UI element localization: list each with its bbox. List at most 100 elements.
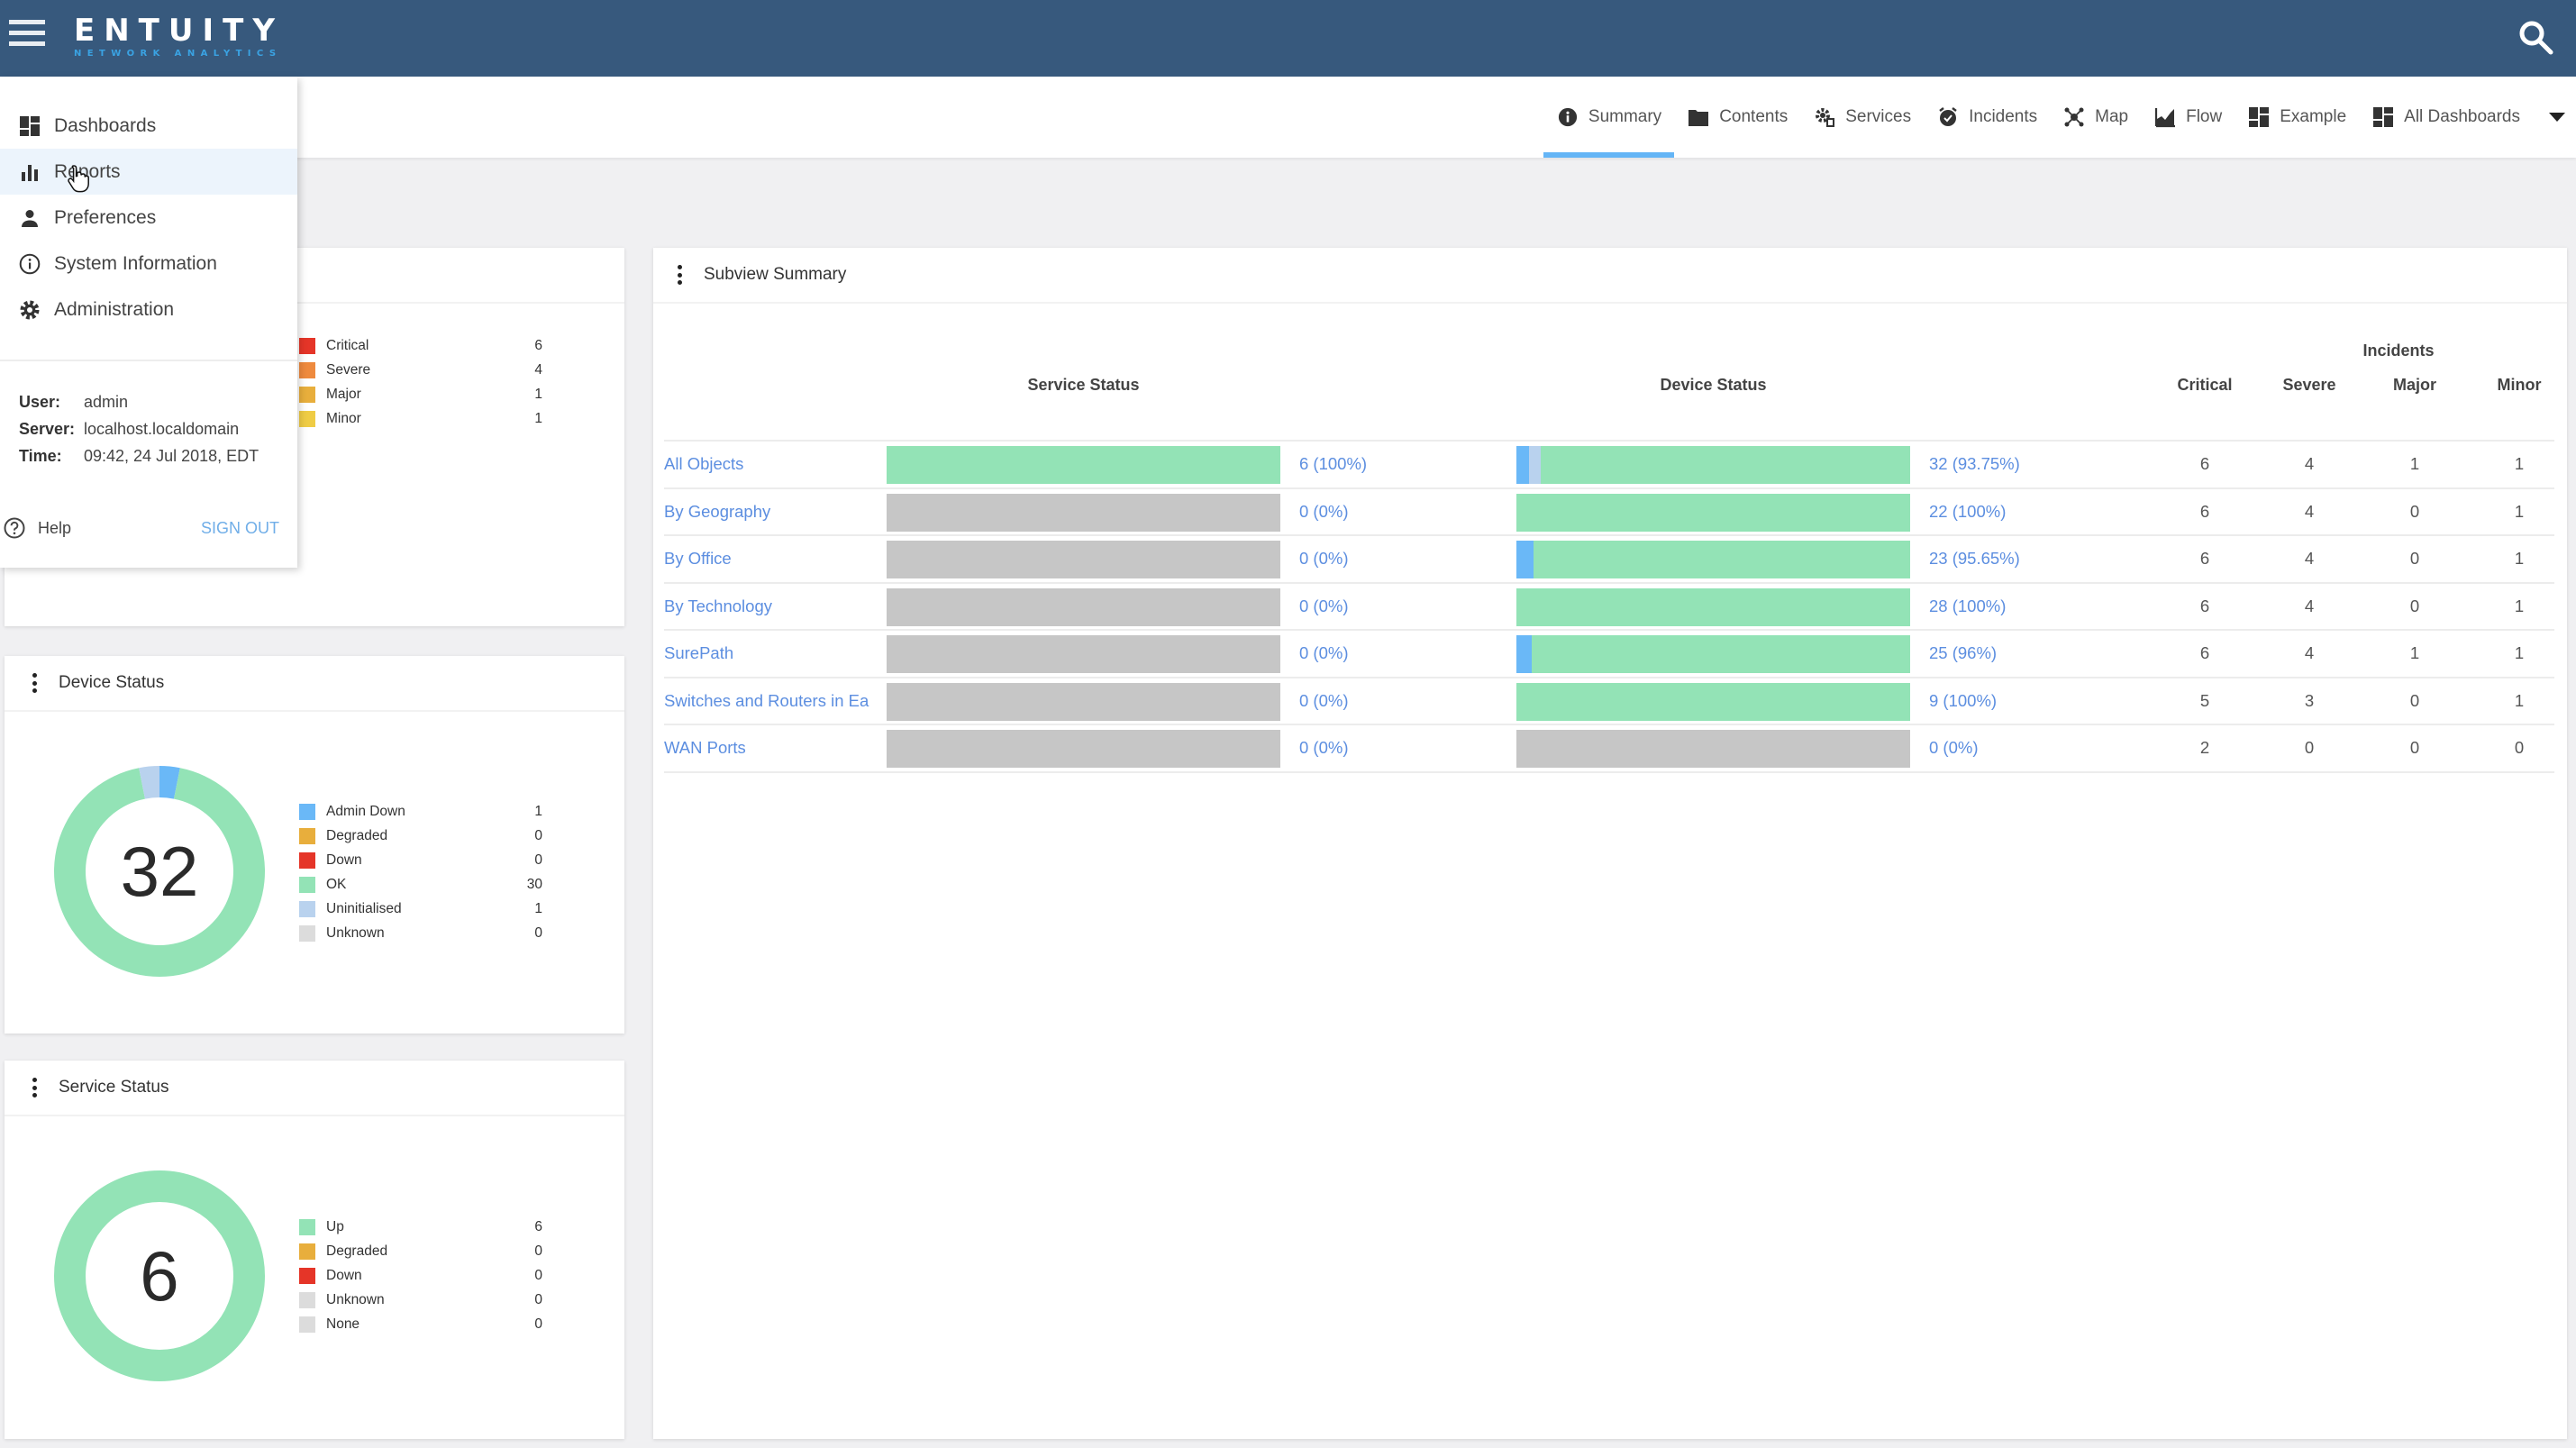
service-status-value[interactable]: 0 (0%) (1299, 489, 1349, 534)
subview-name-link[interactable]: By Geography (664, 489, 878, 534)
bar-segment-ok[interactable] (1541, 446, 1910, 484)
service-status-value[interactable]: 0 (0%) (1299, 725, 1349, 770)
help-link[interactable]: Help (4, 517, 71, 539)
bar-segment-admin-down[interactable] (1516, 635, 1533, 673)
menu-item-administration[interactable]: Administration (0, 287, 297, 332)
device-status-bar[interactable] (1516, 541, 1910, 578)
service-status-bar[interactable] (887, 682, 1280, 721)
legend-item-up[interactable]: Up 6 (299, 1215, 542, 1239)
device-status-bar[interactable] (1516, 446, 1910, 484)
tab-map[interactable]: Map (2050, 77, 2141, 158)
subview-name-link[interactable]: By Technology (664, 584, 878, 629)
device-status-bar[interactable] (1516, 635, 1910, 673)
service-status-bar[interactable] (887, 635, 1280, 673)
bar-segment-admin-down[interactable] (1516, 541, 1534, 578)
legend-item-major[interactable]: Major 1 (299, 382, 542, 406)
tab-summary[interactable]: Summary (1543, 77, 1675, 158)
menu-item-reports[interactable]: Reports (0, 149, 297, 195)
severe-header[interactable]: Severe (2255, 376, 2363, 395)
service-status-bar[interactable] (887, 730, 1280, 768)
legend-item-degraded[interactable]: Degraded 0 (299, 824, 542, 848)
device-status-value[interactable]: 25 (96%) (1929, 631, 1997, 676)
service-status-bar[interactable] (887, 541, 1280, 578)
legend-value: 0 (534, 924, 542, 941)
menu-item-system-information[interactable]: System Information (0, 241, 297, 287)
legend-value: 0 (534, 1243, 542, 1259)
menu-item-preferences[interactable]: Preferences (0, 195, 297, 241)
kebab-menu-icon[interactable] (675, 265, 684, 285)
legend-item-uninitialised[interactable]: Uninitialised 1 (299, 897, 542, 921)
device-status-donut[interactable]: 32 (53, 766, 265, 977)
legend-item-down[interactable]: Down 0 (299, 1263, 542, 1288)
legend-item-admin-down[interactable]: Admin Down 1 (299, 799, 542, 824)
legend-label: Down (326, 851, 362, 868)
device-status-value[interactable]: 22 (100%) (1929, 489, 2006, 534)
device-status-value[interactable]: 32 (93.75%) (1929, 442, 2020, 487)
bar-segment-ok[interactable] (1532, 635, 1910, 673)
legend-item-minor[interactable]: Minor 1 (299, 406, 542, 431)
major-header[interactable]: Major (2361, 376, 2469, 395)
search-button[interactable] (2517, 18, 2556, 58)
tab-contents[interactable]: Contents (1674, 77, 1800, 158)
critical-header[interactable]: Critical (2151, 376, 2259, 395)
service-status-bar[interactable] (887, 446, 1280, 484)
service-status-value[interactable]: 0 (0%) (1299, 536, 1349, 581)
minor-header[interactable]: Minor (2465, 376, 2573, 395)
legend-swatch (299, 1218, 315, 1235)
legend-item-unknown[interactable]: Unknown 0 (299, 921, 542, 945)
service-status-bar[interactable] (887, 587, 1280, 626)
subview-name-link[interactable]: By Office (664, 536, 878, 581)
menu-item-dashboards[interactable]: Dashboards (0, 103, 297, 149)
device-status-bar[interactable] (1516, 493, 1910, 532)
device-status-bar[interactable] (1516, 682, 1910, 721)
device-status-value[interactable]: 9 (100%) (1929, 678, 1997, 724)
device-status-header[interactable]: Device Status (1516, 376, 1910, 395)
bar-segment-uninitialised[interactable] (1528, 446, 1542, 484)
service-status-value[interactable]: 0 (0%) (1299, 631, 1349, 676)
service-status-header[interactable]: Service Status (887, 376, 1280, 395)
legend-item-severe[interactable]: Severe 4 (299, 358, 542, 382)
service-status-bar[interactable] (887, 493, 1280, 532)
device-status-value[interactable]: 23 (95.65%) (1929, 536, 2020, 581)
legend-item-down[interactable]: Down 0 (299, 848, 542, 872)
legend-item-none[interactable]: None 0 (299, 1312, 542, 1336)
kebab-menu-icon[interactable] (30, 1078, 39, 1097)
table-row: By Geography 0 (0%) 22 (100%) 6 4 0 1 (664, 489, 2554, 536)
bar-segment-ok[interactable] (1516, 493, 1910, 532)
subview-name-link[interactable]: All Objects (664, 442, 878, 487)
dashboard-tab-bar: Summary Contents Services Incidents Map Flow E… (0, 77, 2576, 158)
service-status-donut[interactable]: 6 (54, 1170, 265, 1381)
kebab-menu-icon[interactable] (30, 673, 39, 693)
legend-item-degraded[interactable]: Degraded 0 (299, 1239, 542, 1263)
legend-item-unknown[interactable]: Unknown 0 (299, 1288, 542, 1312)
bar-segment-ok[interactable] (1516, 587, 1910, 626)
bar-segment-admin-down[interactable] (1516, 446, 1529, 484)
service-status-value[interactable]: 6 (100%) (1299, 442, 1367, 487)
device-status-bar[interactable] (1516, 730, 1910, 768)
tab-all-dashboards[interactable]: All Dashboards (2359, 77, 2533, 158)
legend-item-critical[interactable]: Critical 6 (299, 333, 542, 358)
info-outline-icon (18, 252, 41, 276)
tab-example[interactable]: Example (2235, 77, 2359, 158)
bar-segment-ok[interactable] (1534, 541, 1910, 578)
subview-name-link[interactable]: Switches and Routers in Ea (664, 678, 878, 724)
entuity-logo[interactable]: ENTUITY NETWORK ANALYTICS (74, 14, 284, 59)
dashboards-dropdown-caret-icon[interactable] (2549, 113, 2565, 122)
tab-services[interactable]: Services (1800, 77, 1924, 158)
device-status-value[interactable]: 28 (100%) (1929, 584, 2006, 629)
hamburger-menu-button[interactable] (9, 20, 45, 52)
tab-incidents[interactable]: Incidents (1924, 77, 2050, 158)
service-status-value[interactable]: 0 (0%) (1299, 584, 1349, 629)
sign-out-button[interactable]: SIGN OUT (201, 517, 279, 539)
menu-bar (9, 31, 45, 35)
logo-text: ENTUITY (74, 13, 284, 49)
bar-segment-ok[interactable] (1516, 682, 1910, 721)
bar-segment-up[interactable] (887, 446, 1280, 484)
subview-name-link[interactable]: SurePath (664, 631, 878, 676)
device-status-bar[interactable] (1516, 587, 1910, 626)
subview-name-link[interactable]: WAN Ports (664, 725, 878, 770)
legend-item-ok[interactable]: OK 30 (299, 872, 542, 897)
service-status-value[interactable]: 0 (0%) (1299, 678, 1349, 724)
tab-flow[interactable]: Flow (2141, 77, 2235, 158)
device-status-value[interactable]: 0 (0%) (1929, 725, 1979, 770)
